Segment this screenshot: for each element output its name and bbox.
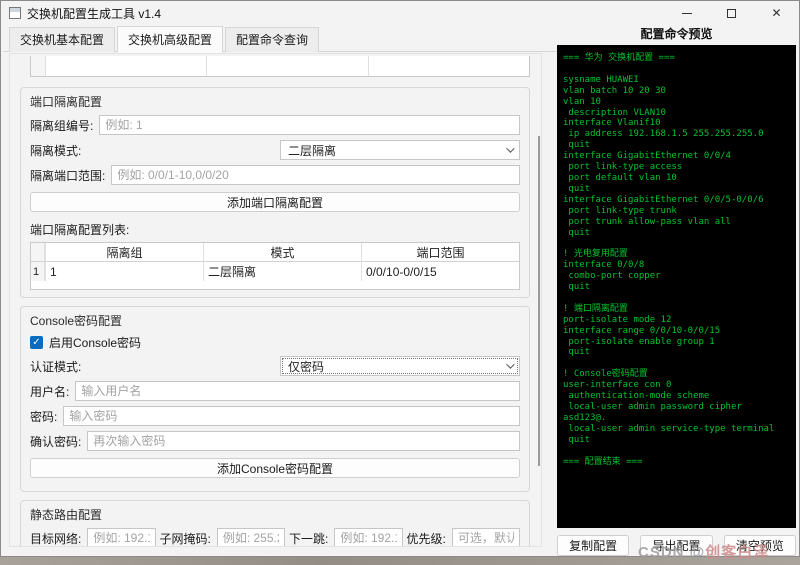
minimize-icon (681, 12, 692, 14)
scrolled-out-section-partial (20, 56, 530, 80)
password-label: 密码: (30, 409, 58, 424)
section-title: 静态路由配置 (30, 508, 103, 522)
watermark-prefix: CSDN @ (638, 544, 706, 561)
enable-console-checkbox[interactable]: ✓ (30, 336, 43, 349)
section-title: Console密码配置 (30, 314, 123, 328)
terminal-output[interactable]: === 华为 交换机配置 === sysname HUAWEI vlan bat… (557, 45, 796, 528)
column-header: 端口范围 (361, 243, 519, 262)
isolation-range-input[interactable] (111, 165, 520, 185)
subnet-mask-label: 子网掩码: (159, 531, 211, 546)
table-cell: 1 (45, 262, 203, 281)
next-hop-input[interactable] (334, 528, 403, 546)
add-console-password-button[interactable]: 添加Console密码配置 (30, 458, 520, 478)
tab-0[interactable]: 交换机基本配置 (9, 27, 116, 52)
close-icon: ✕ (771, 6, 782, 20)
dest-network-label: 目标网络: (30, 531, 82, 546)
table-cell: 0/0/10-0/0/15 (361, 262, 519, 281)
static-route-section: 静态路由配置 目标网络: 子网掩码: 下一跳: 优先级: 添加静态路由 静态路由… (20, 500, 530, 546)
isolation-range-label: 隔离端口范围: (30, 168, 106, 183)
config-preview-panel: 配置命令预览 === 华为 交换机配置 === sysname HUAWEI v… (557, 25, 796, 557)
next-hop-label: 下一跳: (289, 531, 329, 546)
tab-2[interactable]: 配置命令查询 (225, 27, 320, 52)
preview-title: 配置命令预览 (640, 27, 713, 41)
partial-table (30, 56, 530, 77)
maximize-icon (727, 8, 736, 18)
app-icon (9, 7, 21, 19)
isolation-mode-label: 隔离模式: (30, 143, 82, 158)
row-gutter (31, 243, 45, 262)
enable-console-label: 启用Console密码 (49, 336, 142, 350)
port-isolation-table[interactable]: 隔离组 模式 端口范围 1 1 二层隔离 0/0/10-0/0/15 (30, 242, 520, 290)
console-password-section: Console密码配置 ✓ 启用Console密码 认证模式: 仅密码 用户名: (20, 306, 530, 492)
username-label: 用户名: (30, 384, 70, 399)
minimize-button[interactable] (664, 1, 709, 25)
table-row[interactable]: 1 1 二层隔离 0/0/10-0/0/15 (31, 262, 519, 281)
tab-1[interactable]: 交换机高级配置 (117, 26, 224, 53)
confirm-password-input[interactable] (87, 431, 520, 451)
add-port-isolation-button[interactable]: 添加端口隔离配置 (30, 192, 520, 212)
table-cell: 二层隔离 (203, 262, 361, 281)
confirm-password-label: 确认密码: (30, 434, 82, 449)
advanced-config-scroll-area[interactable]: 端口隔离配置 隔离组编号: 隔离模式: 二层隔离 隔离端口范围: 添加端口隔离 (9, 53, 542, 547)
priority-input[interactable] (451, 528, 520, 546)
row-number: 1 (31, 262, 45, 281)
auth-mode-value: 仅密码 (288, 359, 325, 374)
chevron-down-icon (506, 360, 515, 369)
isolation-group-input[interactable] (99, 115, 520, 135)
isolation-group-label: 隔离组编号: (30, 118, 94, 133)
chevron-down-icon (506, 144, 515, 153)
auth-mode-select[interactable]: 仅密码 (280, 356, 520, 376)
watermark: CSDN @创客白泽 (638, 541, 769, 562)
isolation-mode-select[interactable]: 二层隔离 (280, 140, 520, 160)
password-input[interactable] (63, 406, 520, 426)
vertical-scrollbar[interactable] (538, 136, 540, 466)
close-button[interactable]: ✕ (754, 1, 799, 25)
tab-bar: 交换机基本配置 交换机高级配置 配置命令查询 (9, 26, 321, 53)
copy-config-button[interactable]: 复制配置 (557, 535, 630, 556)
column-header: 隔离组 (45, 243, 203, 262)
app-window: 交换机配置生成工具 v1.4 ✕ 交换机基本配置 交换机高级配置 配置命令查询 端口… (0, 0, 800, 557)
maximize-button[interactable] (709, 1, 754, 25)
window-title: 交换机配置生成工具 v1.4 (27, 6, 162, 21)
port-isolation-section: 端口隔离配置 隔离组编号: 隔离模式: 二层隔离 隔离端口范围: 添加端口隔离 (20, 87, 530, 298)
isolation-list-label: 端口隔离配置列表: (30, 223, 130, 237)
table-empty-area (31, 281, 519, 289)
section-title: 端口隔离配置 (30, 95, 103, 109)
subnet-mask-input[interactable] (216, 528, 285, 546)
username-input[interactable] (75, 381, 520, 401)
title-bar[interactable]: 交换机配置生成工具 v1.4 ✕ (1, 1, 799, 25)
isolation-mode-value: 二层隔离 (288, 143, 337, 158)
dest-network-input[interactable] (87, 528, 156, 546)
column-header: 模式 (203, 243, 361, 262)
watermark-name: 创客白泽 (705, 544, 770, 561)
auth-mode-label: 认证模式: (30, 359, 82, 374)
priority-label: 优先级: (406, 531, 446, 546)
